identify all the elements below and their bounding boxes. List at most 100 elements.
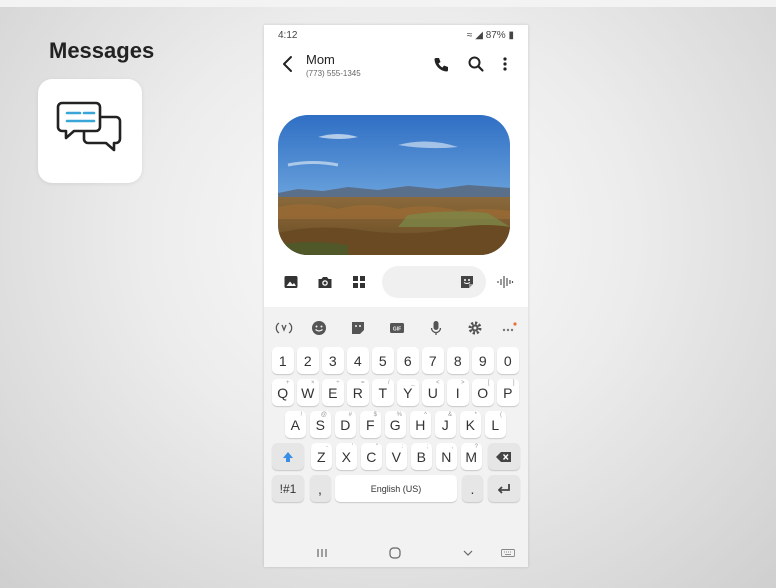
recent-apps-button[interactable] [314, 545, 330, 561]
key-7[interactable]: 7 [422, 347, 444, 374]
space-key[interactable]: English (US) [335, 475, 457, 502]
key-m[interactable]: M? [460, 443, 482, 470]
key-d[interactable]: D # [334, 411, 356, 438]
message-composer [264, 263, 528, 301]
phone-screen: 4:12 ≈ ◢ 87% ▮ Mom (773) 555-1345 GIF 1 … [264, 25, 528, 567]
search-button[interactable] [467, 55, 485, 73]
key-n[interactable]: N, [435, 443, 457, 470]
camera-button[interactable] [317, 274, 333, 290]
key-label: H [415, 416, 426, 433]
key-hint: ? [474, 444, 478, 450]
key-l[interactable]: L( [484, 411, 506, 438]
apps-button[interactable] [351, 274, 367, 290]
key-label: T [378, 384, 388, 401]
recents-icon [317, 549, 327, 557]
key-hint: % [396, 412, 402, 418]
key-label: 4 [353, 352, 362, 369]
enter-key[interactable] [488, 475, 520, 502]
key-label: A [290, 416, 300, 433]
key-j[interactable]: J & [434, 411, 456, 438]
key-a[interactable]: A! [284, 411, 306, 438]
key-h[interactable]: H ^ [409, 411, 431, 438]
sticker-toolbar-button[interactable] [349, 319, 367, 337]
key-hint: + [285, 380, 290, 386]
key-u[interactable]: U < [422, 379, 444, 406]
home-button[interactable] [387, 545, 403, 561]
key-t[interactable]: T / [372, 379, 394, 406]
key-e[interactable]: E ÷ [322, 379, 344, 406]
key-8[interactable]: 8 [447, 347, 469, 374]
comma-key[interactable]: , [309, 475, 331, 502]
key-z[interactable]: Z- [310, 443, 332, 470]
key-label: 7 [428, 352, 437, 369]
key-y[interactable]: Y _ [397, 379, 419, 406]
voice-record-button[interactable] [496, 274, 514, 290]
gif-button[interactable]: GIF [388, 319, 406, 337]
status-indicators: ≈ ◢ 87% ▮ [467, 30, 514, 41]
key-label: C [366, 448, 377, 465]
key-2[interactable]: 2 [297, 347, 319, 374]
key-3[interactable]: 3 [322, 347, 344, 374]
hide-keyboard-button[interactable] [460, 545, 476, 561]
shift-key[interactable] [272, 443, 304, 470]
key-label: X [341, 448, 351, 465]
key-label: English (US) [370, 483, 422, 494]
key-4[interactable]: 4 [347, 347, 369, 374]
key-hint: × [310, 380, 315, 386]
translate-icon [275, 322, 293, 334]
key-p[interactable]: P] [497, 379, 519, 406]
signal-icon: ◢ [475, 30, 483, 41]
key-r[interactable]: R = [347, 379, 369, 406]
key-hint: # [348, 412, 352, 418]
key-label: G [389, 416, 401, 433]
key-q[interactable]: Q + [272, 379, 294, 406]
keyboard-switch-button[interactable] [500, 545, 516, 561]
keyboard-toolbar: GIF [264, 315, 528, 341]
shift-arrow-icon [283, 451, 293, 462]
emoji-button[interactable] [310, 319, 328, 337]
keyboard-settings-button[interactable] [466, 319, 484, 337]
key-0[interactable]: 0 [497, 347, 519, 374]
key-label: K [465, 416, 475, 433]
key-hint: / [387, 380, 390, 386]
grid-icon [353, 276, 365, 288]
key-1[interactable]: 1 [272, 347, 294, 374]
key-o[interactable]: O[ [472, 379, 494, 406]
key-label: U [427, 384, 438, 401]
image-icon [284, 276, 298, 288]
key-k[interactable]: K * [459, 411, 481, 438]
keyboard: GIF 1 2 3 4 5 6 7 8 9 0 Q + W × E ÷ R = … [264, 307, 528, 567]
key-v[interactable]: V: [385, 443, 407, 470]
key-label: Q [277, 384, 289, 401]
key-f[interactable]: F $ [359, 411, 381, 438]
more-toolbar-button[interactable] [500, 319, 518, 337]
key-label: L [491, 416, 500, 433]
back-button[interactable] [278, 53, 298, 75]
key-i[interactable]: I > [447, 379, 469, 406]
key-s[interactable]: S @ [309, 411, 331, 438]
key-label: R [352, 384, 363, 401]
call-button[interactable] [432, 55, 450, 73]
key-label: 8 [453, 352, 462, 369]
sticker-button[interactable] [459, 274, 475, 290]
key-w[interactable]: W × [297, 379, 319, 406]
backspace-key[interactable] [488, 443, 520, 470]
key-label: B [416, 448, 426, 465]
more-options-button[interactable] [496, 55, 514, 73]
symbols-key[interactable]: !#1 [272, 475, 304, 502]
key-hint: - [326, 444, 328, 450]
key-5[interactable]: 5 [372, 347, 394, 374]
key-x[interactable]: X ' [335, 443, 357, 470]
period-key[interactable]: . [462, 475, 483, 502]
key-9[interactable]: 9 [472, 347, 494, 374]
photo-message[interactable] [278, 115, 510, 255]
key-6[interactable]: 6 [397, 347, 419, 374]
voice-input-button[interactable] [427, 319, 445, 337]
key-b[interactable]: B; [410, 443, 432, 470]
key-g[interactable]: G% [384, 411, 406, 438]
key-label: P [503, 384, 513, 401]
key-label: 9 [478, 352, 487, 369]
key-c[interactable]: C " [360, 443, 382, 470]
translate-button[interactable] [275, 319, 293, 337]
gallery-button[interactable] [283, 274, 299, 290]
